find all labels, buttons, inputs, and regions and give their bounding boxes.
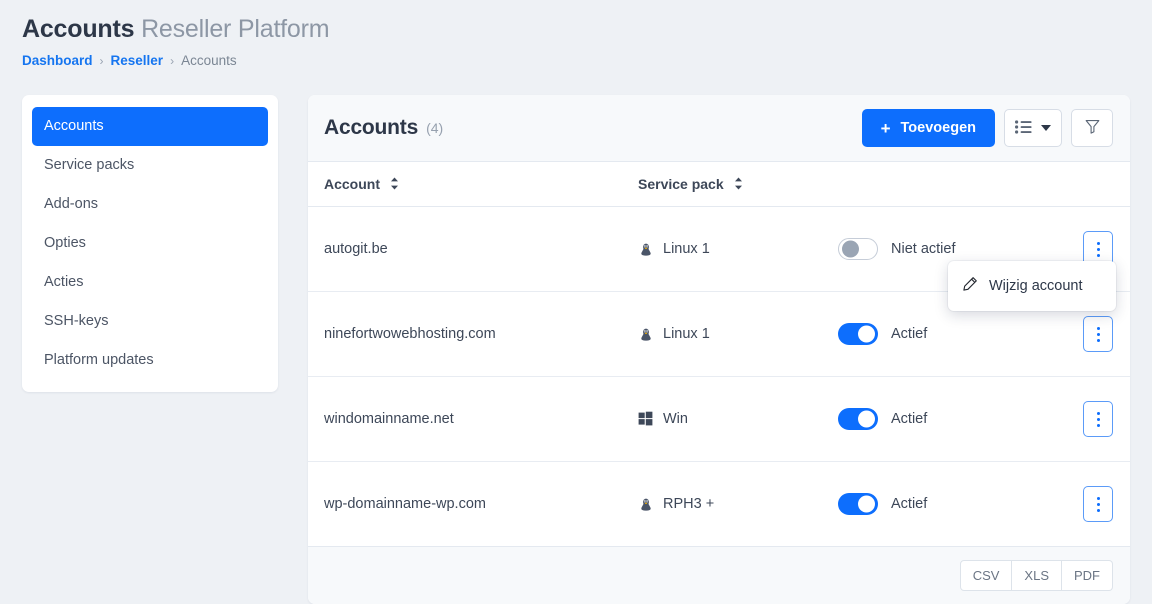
status-cell: Actief <box>838 461 1047 547</box>
service-pack-label: RPH3 + <box>663 496 715 512</box>
row-menu-button[interactable] <box>1083 486 1113 522</box>
status-label: Actief <box>891 326 928 342</box>
service-pack-label: Win <box>663 411 688 427</box>
sidebar-item-label: Add-ons <box>44 196 99 212</box>
service-pack-cell: Linux 1 <box>638 291 838 377</box>
page-title: Accounts Reseller Platform <box>22 14 1152 44</box>
row-actions-cell <box>1046 376 1130 462</box>
account-name-cell: ninefortwowebhosting.com <box>308 291 638 377</box>
sidebar-item-add-ons[interactable]: Add-ons <box>32 185 268 224</box>
card-header-actions: + Toevoegen <box>861 109 1113 147</box>
breadcrumb-separator: › <box>170 54 175 68</box>
row-menu-button[interactable] <box>1083 316 1113 352</box>
column-header-account-label: Account <box>324 176 380 192</box>
card-footer: CSV XLS PDF <box>308 547 1130 604</box>
filter-button[interactable] <box>1071 109 1113 147</box>
column-header-actions <box>1046 162 1130 207</box>
account-name-cell: wp-domainname-wp.com <box>308 461 638 547</box>
chevron-down-icon <box>1041 125 1051 131</box>
service-pack-cell: RPH3 + <box>638 461 838 547</box>
sidebar-item-platform-updates[interactable]: Platform updates <box>32 341 268 380</box>
service-pack-label: Linux 1 <box>663 241 710 257</box>
breadcrumb: Dashboard › Reseller › Accounts <box>22 53 1152 69</box>
export-pdf-button[interactable]: PDF <box>1062 560 1113 591</box>
card-title: Accounts <box>324 116 419 139</box>
page-layout: Accounts Service packs Add-ons Opties Ac… <box>0 69 1152 604</box>
breadcrumb-separator: › <box>99 54 104 68</box>
linux-penguin-icon <box>638 241 654 257</box>
column-header-status <box>838 162 1047 207</box>
accounts-table: Account Service pack autogit.be Linux 1 … <box>308 162 1130 547</box>
sort-icon <box>734 177 743 190</box>
page-title-strong: Accounts <box>22 15 135 43</box>
table-body: autogit.be Linux 1 Niet actief ninefortw… <box>308 206 1130 547</box>
card-header: Accounts (4) + Toevoegen <box>308 95 1130 162</box>
status-label: Actief <box>891 496 928 512</box>
sidebar-item-label: Opties <box>44 235 86 251</box>
status-label: Actief <box>891 411 928 427</box>
column-header-account[interactable]: Account <box>308 162 638 207</box>
sidebar-item-accounts[interactable]: Accounts <box>32 107 268 146</box>
row-actions-cell <box>1046 461 1130 547</box>
list-view-icon <box>1015 119 1032 137</box>
table-header-row: Account Service pack <box>308 162 1130 207</box>
page-title-subtitle: Reseller Platform <box>141 15 330 43</box>
export-button-group: CSV XLS PDF <box>959 560 1113 591</box>
status-toggle[interactable] <box>838 323 878 345</box>
sidebar-item-label: SSH-keys <box>44 313 109 329</box>
page-header: Accounts Reseller Platform Dashboard › R… <box>0 0 1152 69</box>
sidebar-item-label: Acties <box>44 274 84 290</box>
table-row: wp-domainname-wp.com RPH3 + Actief <box>308 461 1130 547</box>
table-header: Account Service pack <box>308 162 1130 207</box>
export-csv-button[interactable]: CSV <box>959 560 1013 591</box>
account-count: (4) <box>426 120 444 136</box>
row-context-menu: Wijzig account <box>948 261 1116 311</box>
status-label: Niet actief <box>891 241 956 257</box>
account-name-cell: autogit.be <box>308 206 638 292</box>
status-cell: Actief <box>838 376 1047 462</box>
sidebar-item-label: Platform updates <box>44 352 154 368</box>
column-header-service-pack-label: Service pack <box>638 176 724 192</box>
linux-penguin-icon <box>638 326 654 342</box>
add-account-button[interactable]: + Toevoegen <box>861 109 995 147</box>
sidebar-item-acties[interactable]: Acties <box>32 263 268 302</box>
add-account-label: Toevoegen <box>900 120 976 136</box>
sidebar: Accounts Service packs Add-ons Opties Ac… <box>22 95 278 392</box>
column-header-service-pack[interactable]: Service pack <box>638 162 838 207</box>
sidebar-item-label: Service packs <box>44 157 135 173</box>
accounts-card: Accounts (4) + Toevoegen Account Service… <box>308 95 1130 604</box>
funnel-filter-icon <box>1084 118 1101 138</box>
status-toggle[interactable] <box>838 408 878 430</box>
table-row: windomainname.net Win Actief <box>308 376 1130 462</box>
sidebar-item-label: Accounts <box>44 118 104 134</box>
service-pack-label: Linux 1 <box>663 326 710 342</box>
breadcrumb-item-accounts: Accounts <box>181 53 237 68</box>
export-xls-button[interactable]: XLS <box>1012 560 1062 591</box>
status-toggle[interactable] <box>838 238 878 260</box>
service-pack-cell: Linux 1 <box>638 206 838 292</box>
sort-icon <box>390 177 399 190</box>
status-toggle[interactable] <box>838 493 878 515</box>
windows-icon <box>638 411 654 427</box>
row-menu-button[interactable] <box>1083 401 1113 437</box>
view-mode-dropdown-button[interactable] <box>1004 109 1062 147</box>
pencil-edit-icon <box>962 276 978 296</box>
service-pack-cell: Win <box>638 376 838 462</box>
breadcrumb-item-dashboard[interactable]: Dashboard <box>22 53 93 69</box>
sidebar-item-service-packs[interactable]: Service packs <box>32 146 268 185</box>
breadcrumb-item-reseller[interactable]: Reseller <box>111 53 164 69</box>
sidebar-item-opties[interactable]: Opties <box>32 224 268 263</box>
account-name-cell: windomainname.net <box>308 376 638 462</box>
sidebar-item-ssh-keys[interactable]: SSH-keys <box>32 302 268 341</box>
menu-item-label: Wijzig account <box>989 278 1083 294</box>
menu-item-edit-account[interactable]: Wijzig account <box>948 268 1116 304</box>
linux-penguin-icon <box>638 496 654 512</box>
plus-icon: + <box>880 118 891 138</box>
